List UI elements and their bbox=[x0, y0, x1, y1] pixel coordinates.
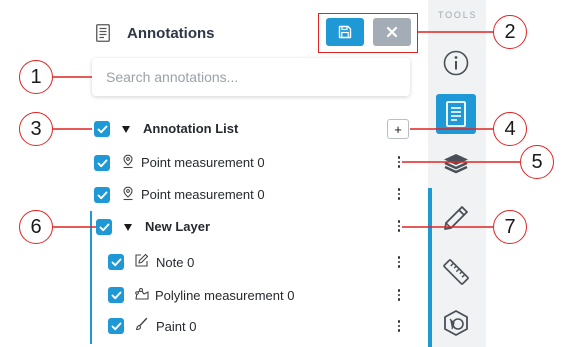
callout-4: 4 bbox=[493, 112, 527, 146]
callout-lines bbox=[53, 31, 520, 228]
callout-6: 6 bbox=[19, 210, 53, 244]
callout-7: 7 bbox=[493, 210, 527, 244]
callout-1: 1 bbox=[19, 60, 53, 94]
callout-3: 3 bbox=[19, 112, 53, 146]
callout-2: 2 bbox=[493, 15, 527, 49]
callout-5: 5 bbox=[520, 145, 554, 179]
